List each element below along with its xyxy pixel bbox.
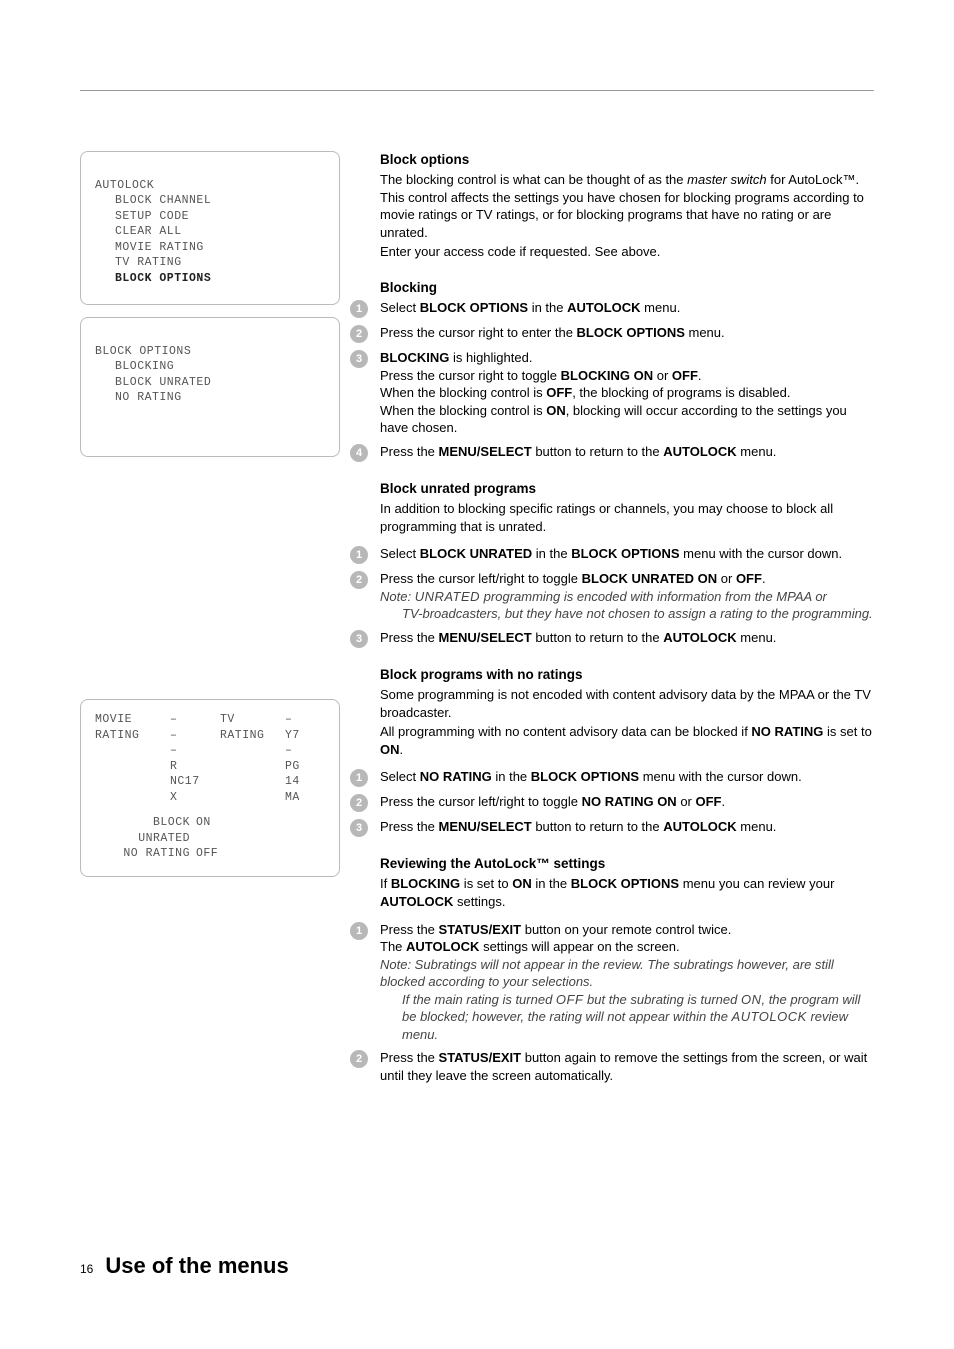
autolock-menu-box: AUTOLOCK BLOCK CHANNEL SETUP CODE CLEAR … — [80, 151, 340, 305]
menu-item: TV RATING — [115, 256, 182, 269]
step-number-icon: 4 — [350, 444, 368, 462]
body-text: In addition to blocking specific ratings… — [380, 500, 874, 535]
menu-item: MOVIE RATING — [115, 241, 204, 254]
menu-item: BLOCKING — [115, 360, 174, 373]
sidebar-column: AUTOLOCK BLOCK CHANNEL SETUP CODE CLEAR … — [80, 151, 340, 1103]
blocking-section: Blocking 1 Select BLOCK OPTIONS in the A… — [380, 279, 874, 462]
step-item: 2 Press the cursor left/right to toggle … — [380, 793, 874, 812]
tv-rating-values: – Y7 – PG 14 MA — [285, 712, 315, 805]
row-label: NO RATING — [95, 846, 196, 862]
step-number-icon: 2 — [350, 325, 368, 343]
step-number-icon: 1 — [350, 769, 368, 787]
page-footer: 16 Use of the menus — [80, 1253, 874, 1279]
menu-item: CLEAR ALL — [115, 225, 182, 238]
step-number-icon: 2 — [350, 794, 368, 812]
step-number-icon: 3 — [350, 630, 368, 648]
review-section: Reviewing the AutoLock™ settings If BLOC… — [380, 855, 874, 1084]
row-value: OFF — [196, 846, 218, 862]
section-heading: Block options — [380, 151, 874, 169]
menu-item: BLOCK UNRATED — [115, 376, 211, 389]
menu-item-selected: BLOCK OPTIONS — [115, 272, 211, 285]
rating-value: – — [285, 712, 315, 728]
section-heading: Block programs with no ratings — [380, 666, 874, 684]
rating-value: – — [170, 743, 220, 759]
rating-value: 14 — [285, 774, 315, 790]
block-options-menu-box: BLOCK OPTIONS BLOCKING BLOCK UNRATED NO … — [80, 317, 340, 457]
rating-value: Y7 — [285, 728, 315, 744]
menu-item: NO RATING — [115, 391, 182, 404]
block-options-section: Block options The blocking control is wh… — [380, 151, 874, 261]
no-rating-row: NO RATING OFF — [95, 846, 325, 862]
content-column: Block options The blocking control is wh… — [380, 151, 874, 1103]
step-number-icon: 2 — [350, 1050, 368, 1068]
body-text: If BLOCKING is set to ON in the BLOCK OP… — [380, 875, 874, 910]
step-number-icon: 3 — [350, 350, 368, 368]
step-number-icon: 1 — [350, 922, 368, 940]
no-ratings-section: Block programs with no ratings Some prog… — [380, 666, 874, 837]
step-item: 1 Select BLOCK UNRATED in the BLOCK OPTI… — [380, 545, 874, 564]
step-item: 1 Select NO RATING in the BLOCK OPTIONS … — [380, 768, 874, 787]
rating-value: MA — [285, 790, 315, 806]
rating-value: – — [170, 728, 220, 744]
top-divider — [80, 90, 874, 91]
section-heading: Block unrated programs — [380, 480, 874, 498]
body-text: Some programming is not encoded with con… — [380, 686, 874, 721]
menu-item: BLOCK CHANNEL — [115, 194, 211, 207]
block-unrated-row: BLOCK UNRATED ON — [95, 815, 325, 846]
body-text: The blocking control is what can be thou… — [380, 171, 874, 241]
step-item: 2 Press the cursor left/right to toggle … — [380, 570, 874, 623]
body-text: Enter your access code if requested. See… — [380, 243, 874, 261]
rating-value: R — [170, 759, 220, 775]
rating-value: X — [170, 790, 220, 806]
step-number-icon: 3 — [350, 819, 368, 837]
rating-value: NC17 — [170, 774, 220, 790]
rating-value: – — [170, 712, 220, 728]
ratings-review-box: MOVIE RATING – – – R NC17 X TV RATING – … — [80, 699, 340, 877]
step-item: 3 BLOCKING is highlighted. Press the cur… — [380, 349, 874, 437]
menu-title: AUTOLOCK — [95, 179, 154, 192]
step-number-icon: 2 — [350, 571, 368, 589]
movie-rating-values: – – – R NC17 X — [170, 712, 220, 805]
menu-item: SETUP CODE — [115, 210, 189, 223]
step-item: 1 Press the STATUS/EXIT button on your r… — [380, 921, 874, 1044]
block-unrated-section: Block unrated programs In addition to bl… — [380, 480, 874, 648]
page-number: 16 — [80, 1262, 93, 1276]
footer-title: Use of the menus — [105, 1253, 288, 1279]
row-label: BLOCK UNRATED — [95, 815, 196, 846]
body-text: All programming with no content advisory… — [380, 723, 874, 758]
step-item: 2 Press the cursor right to enter the BL… — [380, 324, 874, 343]
step-item: 1 Select BLOCK OPTIONS in the AUTOLOCK m… — [380, 299, 874, 318]
step-number-icon: 1 — [350, 546, 368, 564]
section-heading: Blocking — [380, 279, 874, 297]
step-number-icon: 1 — [350, 300, 368, 318]
step-item: 3 Press the MENU/SELECT button to return… — [380, 818, 874, 837]
rating-value: – — [285, 743, 315, 759]
tv-rating-label: TV RATING — [220, 712, 285, 805]
row-value: ON — [196, 815, 211, 846]
movie-rating-label: MOVIE RATING — [95, 712, 170, 805]
step-item: 2 Press the STATUS/EXIT button again to … — [380, 1049, 874, 1084]
menu-title: BLOCK OPTIONS — [95, 345, 191, 358]
rating-value: PG — [285, 759, 315, 775]
step-item: 3 Press the MENU/SELECT button to return… — [380, 629, 874, 648]
step-item: 4 Press the MENU/SELECT button to return… — [380, 443, 874, 462]
section-heading: Reviewing the AutoLock™ settings — [380, 855, 874, 873]
